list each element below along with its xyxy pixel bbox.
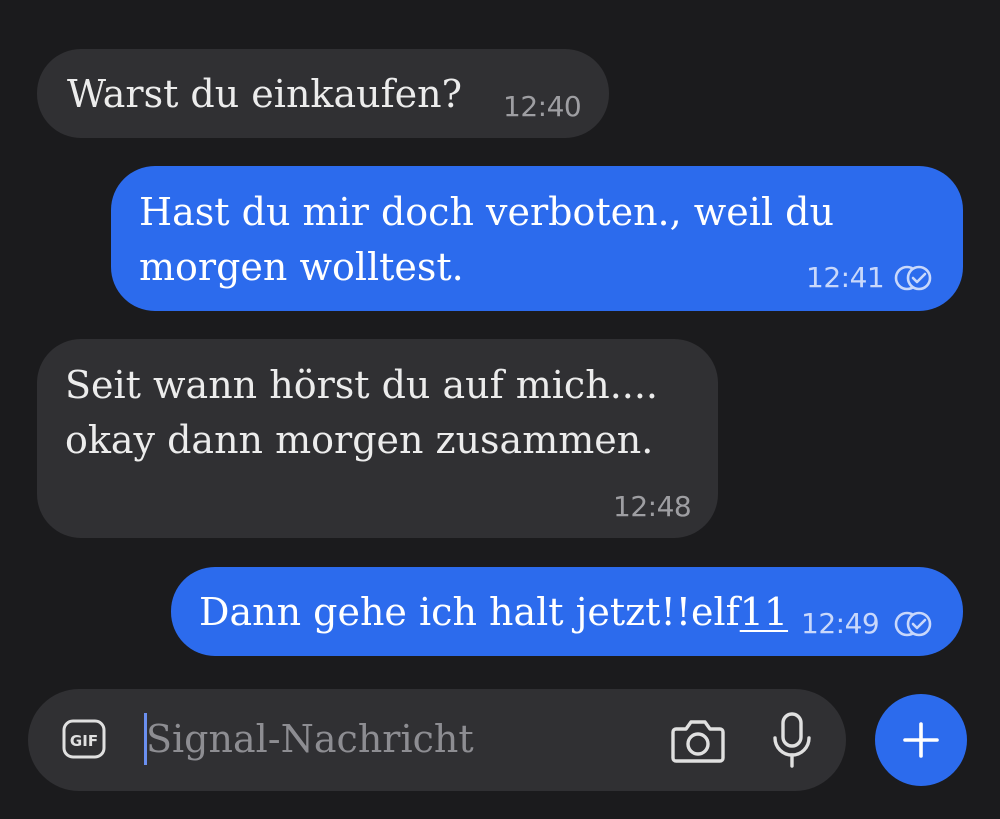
message-text-line-2: okay dann morgen zusammen. (65, 418, 654, 462)
plus-icon (903, 722, 939, 758)
gif-icon[interactable]: GIF (62, 719, 106, 759)
message-bubble-incoming[interactable]: Warst du einkaufen? 12:40 (37, 49, 609, 138)
message-input[interactable] (146, 709, 666, 769)
message-text-line-1: Hast du mir doch verboten., weil du (139, 190, 834, 234)
message-timestamp: 12:41 (806, 261, 885, 294)
message-text: Warst du einkaufen? (67, 72, 462, 116)
message-timestamp: 12:48 (613, 490, 692, 523)
message-bubble-outgoing[interactable]: Hast du mir doch verboten., weil du morg… (111, 166, 963, 311)
message-text-main: Dann gehe ich halt jetzt!!elf (199, 590, 740, 634)
read-receipt-icon (894, 265, 932, 291)
microphone-icon[interactable] (770, 711, 814, 769)
message-bubble-incoming[interactable]: Seit wann hörst du auf mich.... okay dan… (37, 339, 718, 538)
message-bubble-outgoing[interactable]: Dann gehe ich halt jetzt!!elf11 12:49 (171, 567, 963, 656)
message-timestamp: 12:40 (503, 90, 582, 123)
message-timestamp: 12:49 (801, 607, 880, 640)
message-text-line-2: morgen wolltest. (139, 245, 464, 289)
svg-text:GIF: GIF (70, 732, 98, 750)
message-text-line-1: Seit wann hörst du auf mich.... (65, 363, 659, 407)
camera-icon[interactable] (670, 713, 726, 767)
message-composer: GIF (28, 689, 846, 791)
conversation-view: Warst du einkaufen? 12:40 Hast du mir do… (0, 0, 1000, 819)
message-text-underlined: 11 (739, 590, 789, 634)
attach-plus-button[interactable] (875, 694, 967, 786)
message-text: Dann gehe ich halt jetzt!!elf11 (199, 584, 788, 640)
read-receipt-icon (894, 611, 932, 637)
